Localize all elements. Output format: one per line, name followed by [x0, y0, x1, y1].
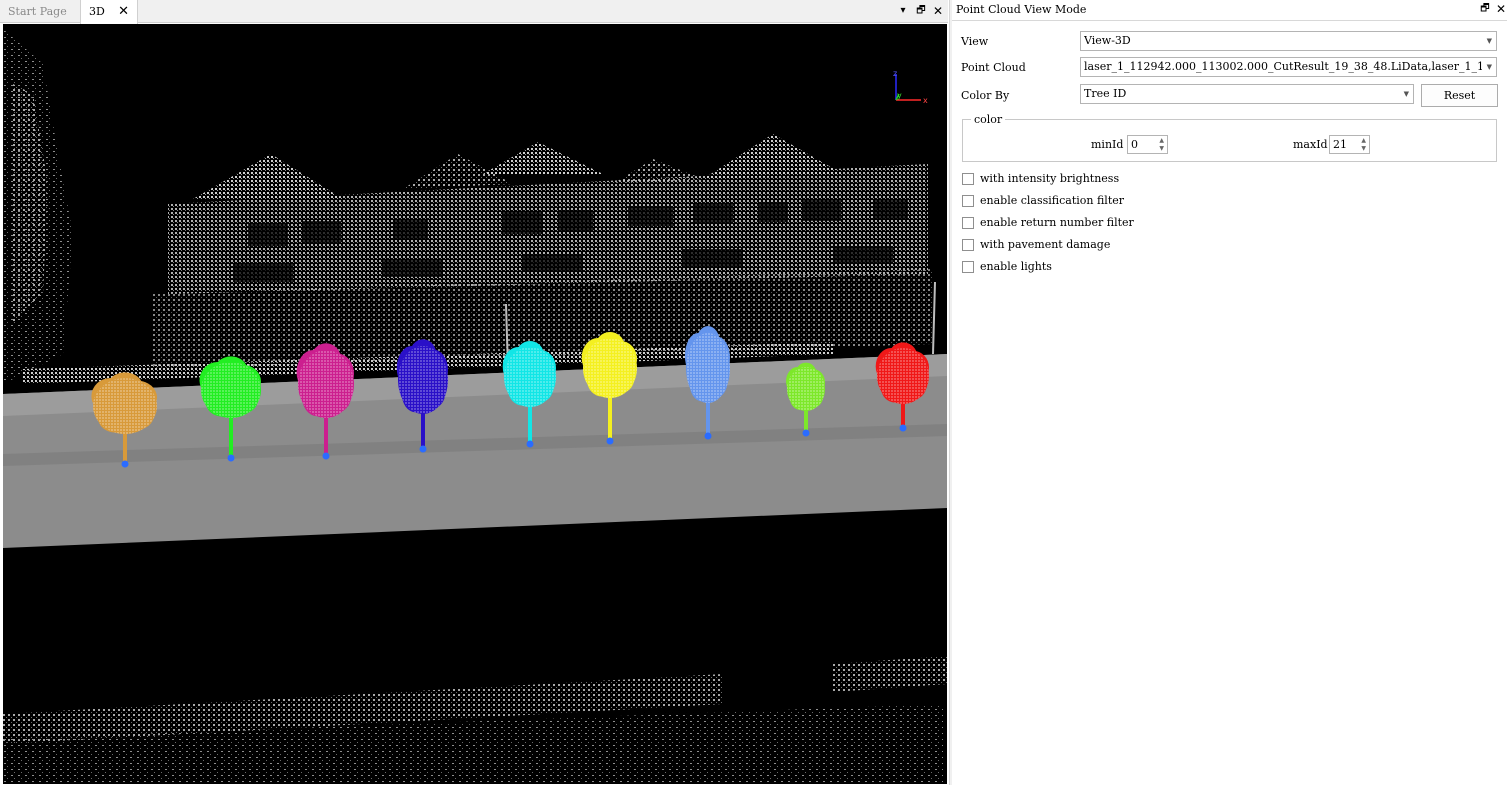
- checkbox-box[interactable]: [962, 173, 974, 185]
- max-id-increment-icon[interactable]: ▲: [1361, 137, 1366, 144]
- left-trees-points: [3, 29, 73, 384]
- tree-crown-texture: [787, 367, 825, 411]
- point-cloud-3d-viewport[interactable]: z x y: [3, 24, 947, 784]
- checkbox-box[interactable]: [962, 239, 974, 251]
- tree-crown-texture: [504, 347, 556, 407]
- min-id-spinbox[interactable]: 0 ▲ ▼: [1127, 135, 1168, 154]
- tree-base-marker: [322, 452, 330, 460]
- max-id-value: 21: [1333, 138, 1347, 151]
- panel-title: Point Cloud View Mode: [956, 3, 1087, 16]
- point-cloud-label: Point Cloud: [961, 61, 1026, 74]
- tree-base-marker: [899, 424, 907, 432]
- checkbox-box[interactable]: [962, 217, 974, 229]
- tab-close-icon[interactable]: ✕: [118, 0, 129, 23]
- tab-start-page[interactable]: Start Page: [0, 0, 78, 23]
- y-axis-label: y: [897, 91, 902, 100]
- checkbox-box[interactable]: [962, 195, 974, 207]
- min-id-increment-icon[interactable]: ▲: [1159, 137, 1164, 144]
- document-tab-bar: Start Page 3D ✕ ▾ 🗗 ✕: [0, 0, 948, 24]
- checkbox-label: enable return number filter: [980, 216, 1134, 229]
- view-select[interactable]: View-3D ▼: [1080, 31, 1497, 51]
- document-close-icon[interactable]: ✕: [931, 4, 945, 18]
- color-by-label: Color By: [961, 89, 1010, 102]
- tree-base-marker: [802, 429, 810, 437]
- min-id-value: 0: [1131, 138, 1138, 151]
- panel-header: Point Cloud View Mode 🗗 ✕: [952, 0, 1507, 21]
- point-cloud-select[interactable]: laser_1_112942.000_113002.000_CutResult_…: [1080, 57, 1497, 77]
- min-id-label: minId: [1091, 138, 1124, 151]
- tree-crown-texture: [686, 333, 730, 403]
- max-id-decrement-icon[interactable]: ▼: [1361, 145, 1366, 152]
- tree-crown-texture: [877, 348, 929, 404]
- max-id-label: maxId: [1293, 138, 1328, 151]
- panel-close-icon[interactable]: ✕: [1494, 2, 1507, 16]
- axis-gizmo: z x y: [893, 69, 928, 105]
- point-cloud-select-value: laser_1_112942.000_113002.000_CutResult_…: [1084, 60, 1482, 73]
- tree-base-marker: [526, 440, 534, 448]
- x-axis-label: x: [923, 96, 928, 105]
- checkbox-box[interactable]: [962, 261, 974, 273]
- document-menu-icon[interactable]: ▾: [896, 4, 910, 18]
- checkbox-label: enable classification filter: [980, 194, 1125, 207]
- reset-button[interactable]: Reset: [1421, 84, 1498, 107]
- tab-3d-label: 3D: [89, 5, 105, 18]
- tree-base-marker: [227, 454, 235, 462]
- tab-3d[interactable]: 3D ✕: [80, 0, 138, 24]
- view-label: View: [961, 35, 989, 48]
- color-by-select-value: Tree ID: [1084, 87, 1127, 100]
- panel-restore-icon[interactable]: 🗗: [1478, 2, 1492, 16]
- point-cloud-view-mode-panel: Point Cloud View Mode 🗗 ✕ View View-3D ▼…: [952, 0, 1507, 785]
- tree-crown-texture: [93, 378, 157, 434]
- tree-crown-texture: [398, 346, 448, 414]
- view-dropdown-arrow-icon: ▼: [1486, 37, 1492, 45]
- point-cloud-dropdown-arrow-icon: ▼: [1486, 63, 1492, 71]
- document-pane: Start Page 3D ✕ ▾ 🗗 ✕ z x y: [0, 0, 948, 785]
- point-cloud-render: z x y: [3, 29, 947, 784]
- road-points: [3, 656, 947, 784]
- tree-crown-texture: [583, 338, 637, 398]
- tree-base-marker: [121, 460, 129, 468]
- document-restore-icon[interactable]: 🗗: [914, 4, 928, 18]
- tree-crown-texture: [298, 350, 354, 418]
- color-by-select[interactable]: Tree ID ▼: [1080, 84, 1414, 104]
- z-axis-label: z: [893, 69, 897, 78]
- min-id-decrement-icon[interactable]: ▼: [1159, 145, 1164, 152]
- max-id-spinbox[interactable]: 21 ▲ ▼: [1329, 135, 1370, 154]
- checkbox-label: with intensity brightness: [980, 172, 1120, 185]
- color-group-legend: color: [971, 113, 1006, 126]
- tree-crown-texture: [201, 362, 261, 418]
- tree-base-marker: [704, 432, 712, 440]
- color-group: color minId 0 ▲ ▼ maxId 21 ▲ ▼: [962, 113, 1497, 162]
- checkbox-label: with pavement damage: [980, 238, 1111, 251]
- tree-base-marker: [419, 445, 427, 453]
- tab-start-page-label: Start Page: [8, 5, 67, 18]
- checkbox-label: enable lights: [980, 260, 1052, 273]
- view-select-value: View-3D: [1084, 34, 1131, 47]
- building-points: [23, 134, 933, 384]
- tree-base-marker: [606, 437, 614, 445]
- color-by-dropdown-arrow-icon: ▼: [1403, 90, 1409, 98]
